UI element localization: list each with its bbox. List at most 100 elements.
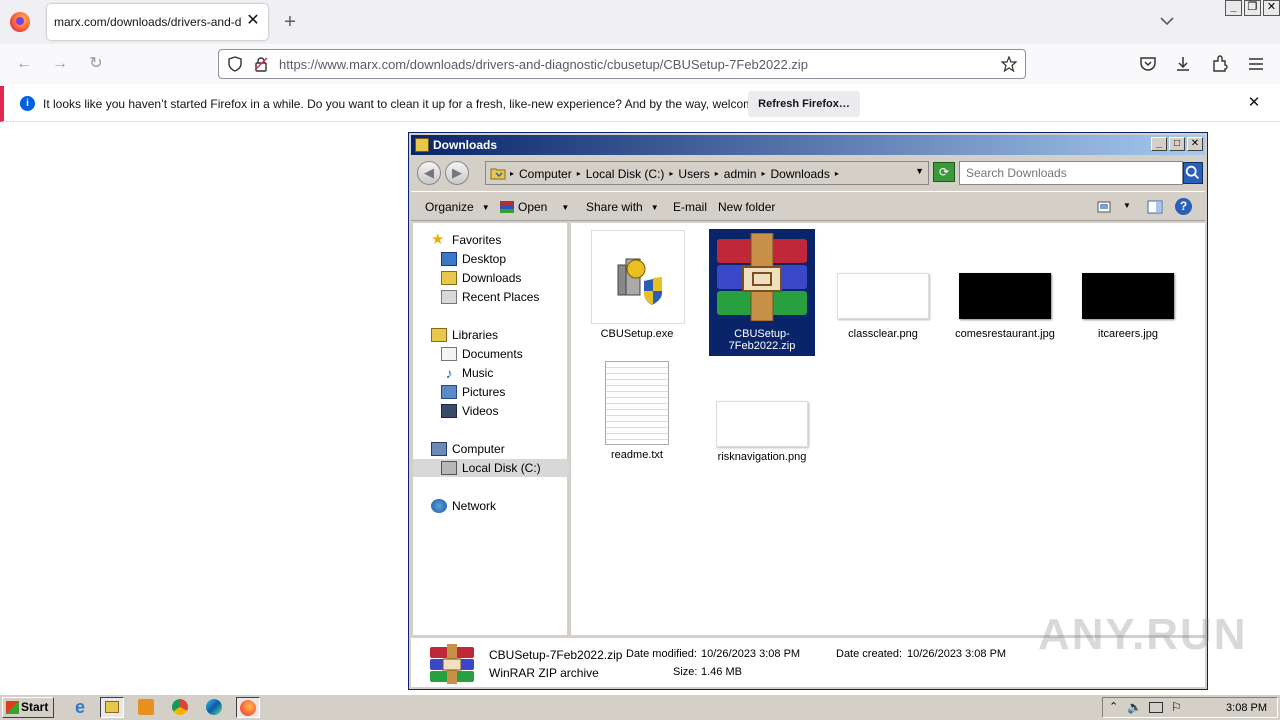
back-arrow-icon[interactable]: ← <box>14 54 34 74</box>
navigation-pane: ★ Favorites Desktop Downloads Recent Plac… <box>413 223 569 635</box>
back-arrow-icon[interactable]: ◀ <box>417 161 441 185</box>
nav-local-disk[interactable]: Local Disk (C:) <box>441 459 541 477</box>
reload-icon[interactable]: ↻ <box>86 54 106 74</box>
file-item[interactable]: itcareers.jpg <box>1081 273 1175 343</box>
new-folder-button[interactable]: New folder <box>718 200 775 214</box>
close-tab-icon[interactable]: ✕ <box>244 12 262 30</box>
image-thumbnail <box>837 273 929 319</box>
chevron-down-icon[interactable]: ▼ <box>915 166 924 176</box>
edge-icon[interactable] <box>202 697 226 718</box>
organize-label: Organize <box>425 200 474 214</box>
flag-icon[interactable]: ⚐ <box>1171 700 1182 714</box>
network-tray-icon[interactable] <box>1149 702 1163 713</box>
clock[interactable]: 3:08 PM <box>1226 702 1267 714</box>
file-name: readme.txt <box>611 449 663 461</box>
nav-desktop[interactable]: Desktop <box>441 250 506 268</box>
firefox-taskbar-icon[interactable] <box>236 697 260 718</box>
documents-icon <box>441 347 457 361</box>
nav-pictures[interactable]: Pictures <box>441 383 505 401</box>
chevron-down-icon[interactable]: ▼ <box>1123 201 1131 210</box>
minimize-icon[interactable]: _ <box>1151 137 1167 151</box>
start-button[interactable]: Start <box>2 697 54 718</box>
close-notification-icon[interactable]: ✕ <box>1246 95 1262 111</box>
nav-favorites[interactable]: ★ Favorites <box>431 231 501 249</box>
nav-computer[interactable]: Computer <box>431 440 505 458</box>
open-button[interactable]: Open ▼ <box>500 200 569 214</box>
file-item[interactable]: risknavigation.png <box>713 401 811 471</box>
internet-explorer-icon[interactable]: e <box>68 697 92 718</box>
share-with-button[interactable]: Share with ▼ <box>586 200 659 214</box>
chevron-down-icon[interactable] <box>1158 12 1176 30</box>
pocket-icon[interactable] <box>1138 54 1158 74</box>
file-item[interactable]: comesrestaurant.jpg <box>955 273 1055 357</box>
tray-expand-icon[interactable]: ⌃ <box>1109 700 1118 713</box>
nav-network[interactable]: Network <box>431 497 496 515</box>
chrome-icon[interactable] <box>168 697 192 718</box>
search-icon[interactable] <box>1183 162 1203 184</box>
desktop-icon <box>441 252 457 266</box>
address-bar[interactable]: ▸ Computer ▸ Local Disk (C:) ▸ Users ▸ a… <box>485 161 929 185</box>
firefox-logo-icon[interactable] <box>10 12 30 32</box>
restore-icon[interactable]: ❐ <box>1244 0 1261 16</box>
search-input[interactable] <box>960 162 1182 184</box>
help-icon[interactable]: ? <box>1175 198 1192 215</box>
file-item-selected[interactable]: CBUSetup-7Feb2022.zip <box>709 229 815 356</box>
url-bar[interactable]: https://www.marx.com/downloads/drivers-a… <box>218 49 1026 79</box>
breadcrumb-local-disk[interactable]: Local Disk (C:) <box>586 167 665 181</box>
view-options-icon[interactable] <box>1097 200 1111 214</box>
file-item[interactable]: classclear.png <box>837 273 929 343</box>
bookmark-star-icon[interactable] <box>1001 56 1017 72</box>
nav-videos-label: Videos <box>462 404 499 418</box>
nav-documents[interactable]: Documents <box>441 345 523 363</box>
minimize-icon[interactable]: _ <box>1225 0 1242 16</box>
videos-icon <box>441 404 457 418</box>
file-item[interactable]: readme.txt <box>599 361 675 473</box>
browser-tab[interactable]: marx.com/downloads/drivers-and-diagnosti… <box>47 4 268 40</box>
image-thumbnail <box>1082 273 1174 319</box>
window-controls: _ ❐ ✕ <box>1223 0 1280 18</box>
date-created-value: 10/26/2023 3:08 PM <box>907 648 1007 660</box>
email-button[interactable]: E-mail <box>673 200 707 214</box>
close-window-icon[interactable]: ✕ <box>1187 137 1203 151</box>
file-name: CBUSetup.exe <box>600 328 674 340</box>
new-tab-icon[interactable]: + <box>280 10 300 34</box>
lock-icon[interactable] <box>253 56 269 72</box>
close-window-icon[interactable]: ✕ <box>1263 0 1280 16</box>
refresh-firefox-button[interactable]: Refresh Firefox… <box>748 91 860 117</box>
explorer-titlebar[interactable]: Downloads _ □ ✕ <box>411 135 1205 155</box>
breadcrumb-downloads[interactable]: Downloads <box>770 167 829 181</box>
anyrun-watermark: ANY.RUN <box>1038 610 1248 659</box>
url-text[interactable]: https://www.marx.com/downloads/drivers-a… <box>279 57 808 72</box>
explorer-taskbar-icon[interactable] <box>100 697 124 718</box>
maximize-icon[interactable]: □ <box>1169 137 1185 151</box>
network-icon <box>431 499 447 513</box>
file-item[interactable]: CBUSetup.exe <box>589 230 685 344</box>
breadcrumb-computer[interactable]: Computer <box>519 167 572 181</box>
date-modified-value: 10/26/2023 3:08 PM <box>701 648 801 660</box>
refresh-icon[interactable]: ⟳ <box>933 162 955 182</box>
nav-recent-places[interactable]: Recent Places <box>441 288 539 306</box>
shield-icon[interactable] <box>227 56 243 72</box>
start-label: Start <box>21 700 49 714</box>
preview-pane-icon[interactable] <box>1147 199 1163 215</box>
nav-music[interactable]: ♪ Music <box>441 364 494 382</box>
explorer-window-controls: _ □ ✕ <box>1149 137 1203 151</box>
status-file-type: WinRAR ZIP archive <box>489 666 599 680</box>
media-player-icon[interactable] <box>134 697 158 718</box>
nav-videos[interactable]: Videos <box>441 402 498 420</box>
forward-arrow-icon[interactable]: → <box>50 54 70 74</box>
share-with-label: Share with <box>586 200 643 214</box>
menu-icon[interactable] <box>1246 54 1266 74</box>
computer-icon <box>431 442 447 456</box>
breadcrumb-users[interactable]: Users <box>678 167 709 181</box>
extensions-icon[interactable] <box>1210 54 1230 74</box>
forward-arrow-icon[interactable]: ▶ <box>445 161 469 185</box>
nav-downloads[interactable]: Downloads <box>441 269 521 287</box>
nav-pictures-label: Pictures <box>462 385 506 399</box>
organize-button[interactable]: Organize ▼ <box>425 200 490 214</box>
breadcrumb-admin[interactable]: admin <box>724 167 757 181</box>
nav-libraries[interactable]: Libraries <box>431 326 498 344</box>
download-icon[interactable] <box>1173 54 1193 74</box>
search-field[interactable] <box>959 161 1183 185</box>
volume-icon[interactable]: 🔈 <box>1127 700 1142 714</box>
